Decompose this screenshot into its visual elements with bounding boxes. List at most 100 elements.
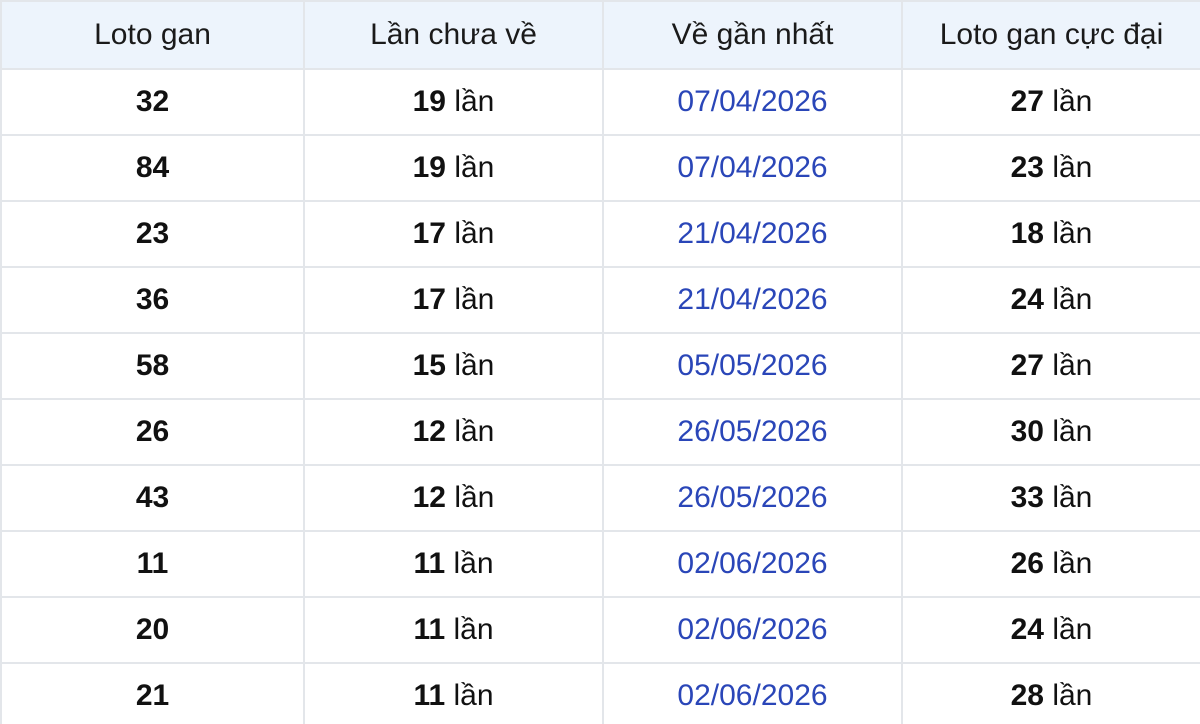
last-date-link[interactable]: 02/06/2026 [677, 679, 827, 712]
loto-cell: 23 [0, 200, 305, 268]
last-date-link[interactable]: 21/04/2026 [677, 217, 827, 250]
count-value: 12 [412, 415, 446, 448]
max-value: 18 [1010, 217, 1044, 250]
count-value: 17 [412, 217, 446, 250]
max-cell: 23 lần [901, 134, 1200, 202]
header-loto-gan: Loto gan [0, 0, 305, 70]
count-cell: 12 lần [303, 464, 604, 532]
loto-cell: 43 [0, 464, 305, 532]
max-unit: lần [1052, 151, 1093, 184]
last-date-link[interactable]: 07/04/2026 [677, 151, 827, 184]
max-unit: lần [1052, 679, 1093, 712]
max-value: 27 [1010, 349, 1044, 382]
max-cell: 33 lần [901, 464, 1200, 532]
count-value: 11 [413, 547, 446, 580]
count-cell: 11 lần [303, 662, 604, 724]
loto-cell: 58 [0, 332, 305, 400]
header-ve-gan-nhat: Về gần nhất [602, 0, 903, 70]
loto-number: 43 [135, 481, 170, 514]
max-value: 27 [1010, 85, 1044, 118]
date-cell: 07/04/2026 [602, 68, 903, 136]
date-cell: 26/05/2026 [602, 398, 903, 466]
max-value: 26 [1010, 547, 1044, 580]
count-unit: lần [454, 481, 495, 514]
loto-cell: 21 [0, 662, 305, 724]
max-unit: lần [1052, 283, 1093, 316]
count-cell: 11 lần [303, 530, 604, 598]
count-unit: lần [453, 679, 494, 712]
max-value: 24 [1010, 283, 1044, 316]
count-cell: 17 lần [303, 200, 604, 268]
max-cell: 28 lần [901, 662, 1200, 724]
loto-number: 20 [135, 613, 170, 646]
max-unit: lần [1052, 415, 1093, 448]
header-row: Loto gan Lần chưa về Về gần nhất Loto ga… [0, 0, 1200, 70]
count-cell: 17 lần [303, 266, 604, 334]
count-unit: lần [453, 547, 494, 580]
date-cell: 21/04/2026 [602, 266, 903, 334]
table-row: 26 12 lần 26/05/2026 30 lần [0, 398, 1200, 466]
count-cell: 19 lần [303, 68, 604, 136]
loto-number: 21 [135, 679, 170, 712]
count-unit: lần [454, 415, 495, 448]
count-value: 12 [412, 481, 446, 514]
loto-cell: 11 [0, 530, 305, 598]
max-value: 30 [1010, 415, 1044, 448]
loto-number: 11 [136, 547, 169, 580]
loto-cell: 26 [0, 398, 305, 466]
last-date-link[interactable]: 02/06/2026 [677, 613, 827, 646]
date-cell: 02/06/2026 [602, 662, 903, 724]
date-cell: 21/04/2026 [602, 200, 903, 268]
loto-number: 26 [135, 415, 170, 448]
loto-cell: 32 [0, 68, 305, 136]
count-unit: lần [453, 613, 494, 646]
loto-number: 36 [135, 283, 170, 316]
table-header: Loto gan Lần chưa về Về gần nhất Loto ga… [0, 0, 1200, 70]
count-unit: lần [454, 349, 495, 382]
max-unit: lần [1052, 217, 1093, 250]
max-unit: lần [1052, 547, 1093, 580]
count-cell: 12 lần [303, 398, 604, 466]
loto-cell: 84 [0, 134, 305, 202]
date-cell: 07/04/2026 [602, 134, 903, 202]
last-date-link[interactable]: 26/05/2026 [677, 481, 827, 514]
count-value: 17 [412, 283, 446, 316]
last-date-link[interactable]: 02/06/2026 [677, 547, 827, 580]
loto-number: 58 [135, 349, 170, 382]
count-unit: lần [454, 283, 495, 316]
max-unit: lần [1052, 613, 1093, 646]
count-unit: lần [454, 151, 495, 184]
last-date-link[interactable]: 07/04/2026 [677, 85, 827, 118]
last-date-link[interactable]: 21/04/2026 [677, 283, 827, 316]
count-value: 11 [413, 679, 446, 712]
max-cell: 30 lần [901, 398, 1200, 466]
loto-number: 23 [135, 217, 170, 250]
table-row: 21 11 lần 02/06/2026 28 lần [0, 662, 1200, 724]
max-cell: 24 lần [901, 596, 1200, 664]
max-unit: lần [1052, 481, 1093, 514]
table-row: 11 11 lần 02/06/2026 26 lần [0, 530, 1200, 598]
date-cell: 02/06/2026 [602, 530, 903, 598]
last-date-link[interactable]: 05/05/2026 [677, 349, 827, 382]
count-cell: 11 lần [303, 596, 604, 664]
max-value: 33 [1010, 481, 1044, 514]
table-row: 20 11 lần 02/06/2026 24 lần [0, 596, 1200, 664]
count-value: 11 [413, 613, 446, 646]
header-lan-chua-ve: Lần chưa về [303, 0, 604, 70]
max-unit: lần [1052, 85, 1093, 118]
table-row: 43 12 lần 26/05/2026 33 lần [0, 464, 1200, 532]
table-row: 36 17 lần 21/04/2026 24 lần [0, 266, 1200, 334]
count-cell: 19 lần [303, 134, 604, 202]
table-row: 58 15 lần 05/05/2026 27 lần [0, 332, 1200, 400]
date-cell: 05/05/2026 [602, 332, 903, 400]
count-value: 19 [412, 85, 446, 118]
table-row: 32 19 lần 07/04/2026 27 lần [0, 68, 1200, 136]
count-value: 15 [412, 349, 446, 382]
last-date-link[interactable]: 26/05/2026 [677, 415, 827, 448]
table-row: 84 19 lần 07/04/2026 23 lần [0, 134, 1200, 202]
max-cell: 24 lần [901, 266, 1200, 334]
table-row: 23 17 lần 21/04/2026 18 lần [0, 200, 1200, 268]
loto-gan-table: Loto gan Lần chưa về Về gần nhất Loto ga… [0, 0, 1200, 724]
header-loto-gan-cuc-dai: Loto gan cực đại [901, 0, 1200, 70]
max-unit: lần [1052, 349, 1093, 382]
